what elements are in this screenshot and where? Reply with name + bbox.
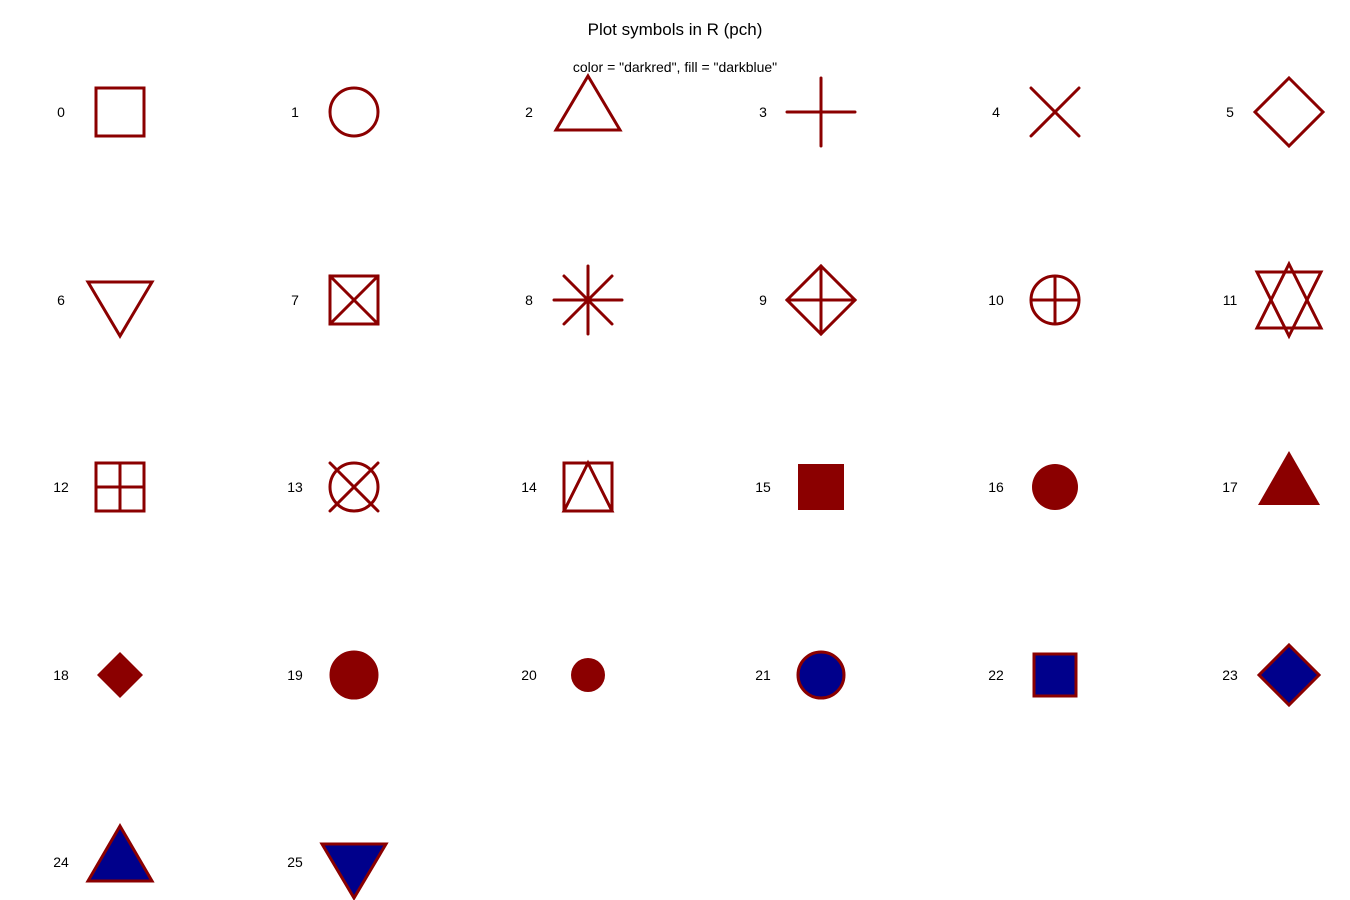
- bordered-triangle-down-icon: [319, 842, 389, 900]
- pch-label: 17: [1222, 479, 1238, 495]
- pch-label: 23: [1222, 667, 1238, 683]
- square-x-icon: [328, 274, 380, 326]
- pch-label: 19: [287, 667, 303, 683]
- chart-subtitle: color = "darkred", fill = "darkblue": [573, 59, 777, 75]
- pch-label: 24: [53, 854, 69, 870]
- circle-plus-icon: [1029, 274, 1081, 326]
- open-square-icon: [94, 86, 146, 138]
- filled-large-circle-icon: [329, 650, 379, 700]
- filled-square-icon: [798, 464, 844, 510]
- pch-label: 6: [57, 292, 65, 308]
- circle-x-icon: [328, 461, 380, 513]
- pch-label: 16: [988, 479, 1004, 495]
- bordered-diamond-icon: [1256, 642, 1322, 708]
- pch-label: 8: [525, 292, 533, 308]
- cross-x-icon: [1029, 86, 1081, 138]
- pch-label: 9: [759, 292, 767, 308]
- pch-label: 2: [525, 104, 533, 120]
- bordered-triangle-up-icon: [85, 823, 155, 883]
- bordered-square-icon: [1032, 652, 1078, 698]
- pch-symbol-chart: Plot symbols in R (pch) color = "darkred…: [53, 20, 1326, 900]
- filled-small-diamond-icon: [97, 652, 143, 698]
- pch-label: 3: [759, 104, 767, 120]
- star-of-david-icon: [1254, 260, 1324, 340]
- symbol-grid: 0 1 2 3 4 56 7 8 9 10 1112 13 14 15 16 1718 19 20 21 22 2324…: [53, 73, 1326, 900]
- filled-small-circle-icon: [571, 658, 605, 692]
- square-triangle-icon: [561, 459, 615, 513]
- pch-label: 14: [521, 479, 537, 495]
- chart-title: Plot symbols in R (pch): [588, 20, 763, 39]
- square-plus-icon: [94, 461, 146, 513]
- pch-label: 1: [291, 104, 299, 120]
- open-triangle-down-icon: [85, 280, 155, 339]
- pch-label: 20: [521, 667, 537, 683]
- asterisk-icon: [552, 264, 624, 336]
- pch-label: 12: [53, 479, 69, 495]
- pch-label: 13: [287, 479, 303, 495]
- pch-label: 22: [988, 667, 1004, 683]
- filled-circle-icon: [1032, 464, 1078, 510]
- pch-label: 0: [57, 104, 65, 120]
- pch-label: 18: [53, 667, 69, 683]
- filled-triangle-up-icon: [1258, 451, 1320, 505]
- pch-label: 21: [755, 667, 771, 683]
- open-diamond-icon: [1252, 75, 1326, 149]
- plus-icon: [785, 76, 857, 148]
- pch-label: 10: [988, 292, 1004, 308]
- pch-label: 15: [755, 479, 771, 495]
- pch-label: 7: [291, 292, 299, 308]
- pch-label: 5: [1226, 104, 1234, 120]
- open-circle-icon: [328, 86, 380, 138]
- pch-label: 11: [1223, 292, 1238, 308]
- pch-label: 25: [287, 854, 303, 870]
- diamond-plus-icon: [784, 263, 858, 337]
- pch-label: 4: [992, 104, 1000, 120]
- bordered-circle-icon: [796, 650, 846, 700]
- open-triangle-up-icon: [553, 73, 623, 132]
